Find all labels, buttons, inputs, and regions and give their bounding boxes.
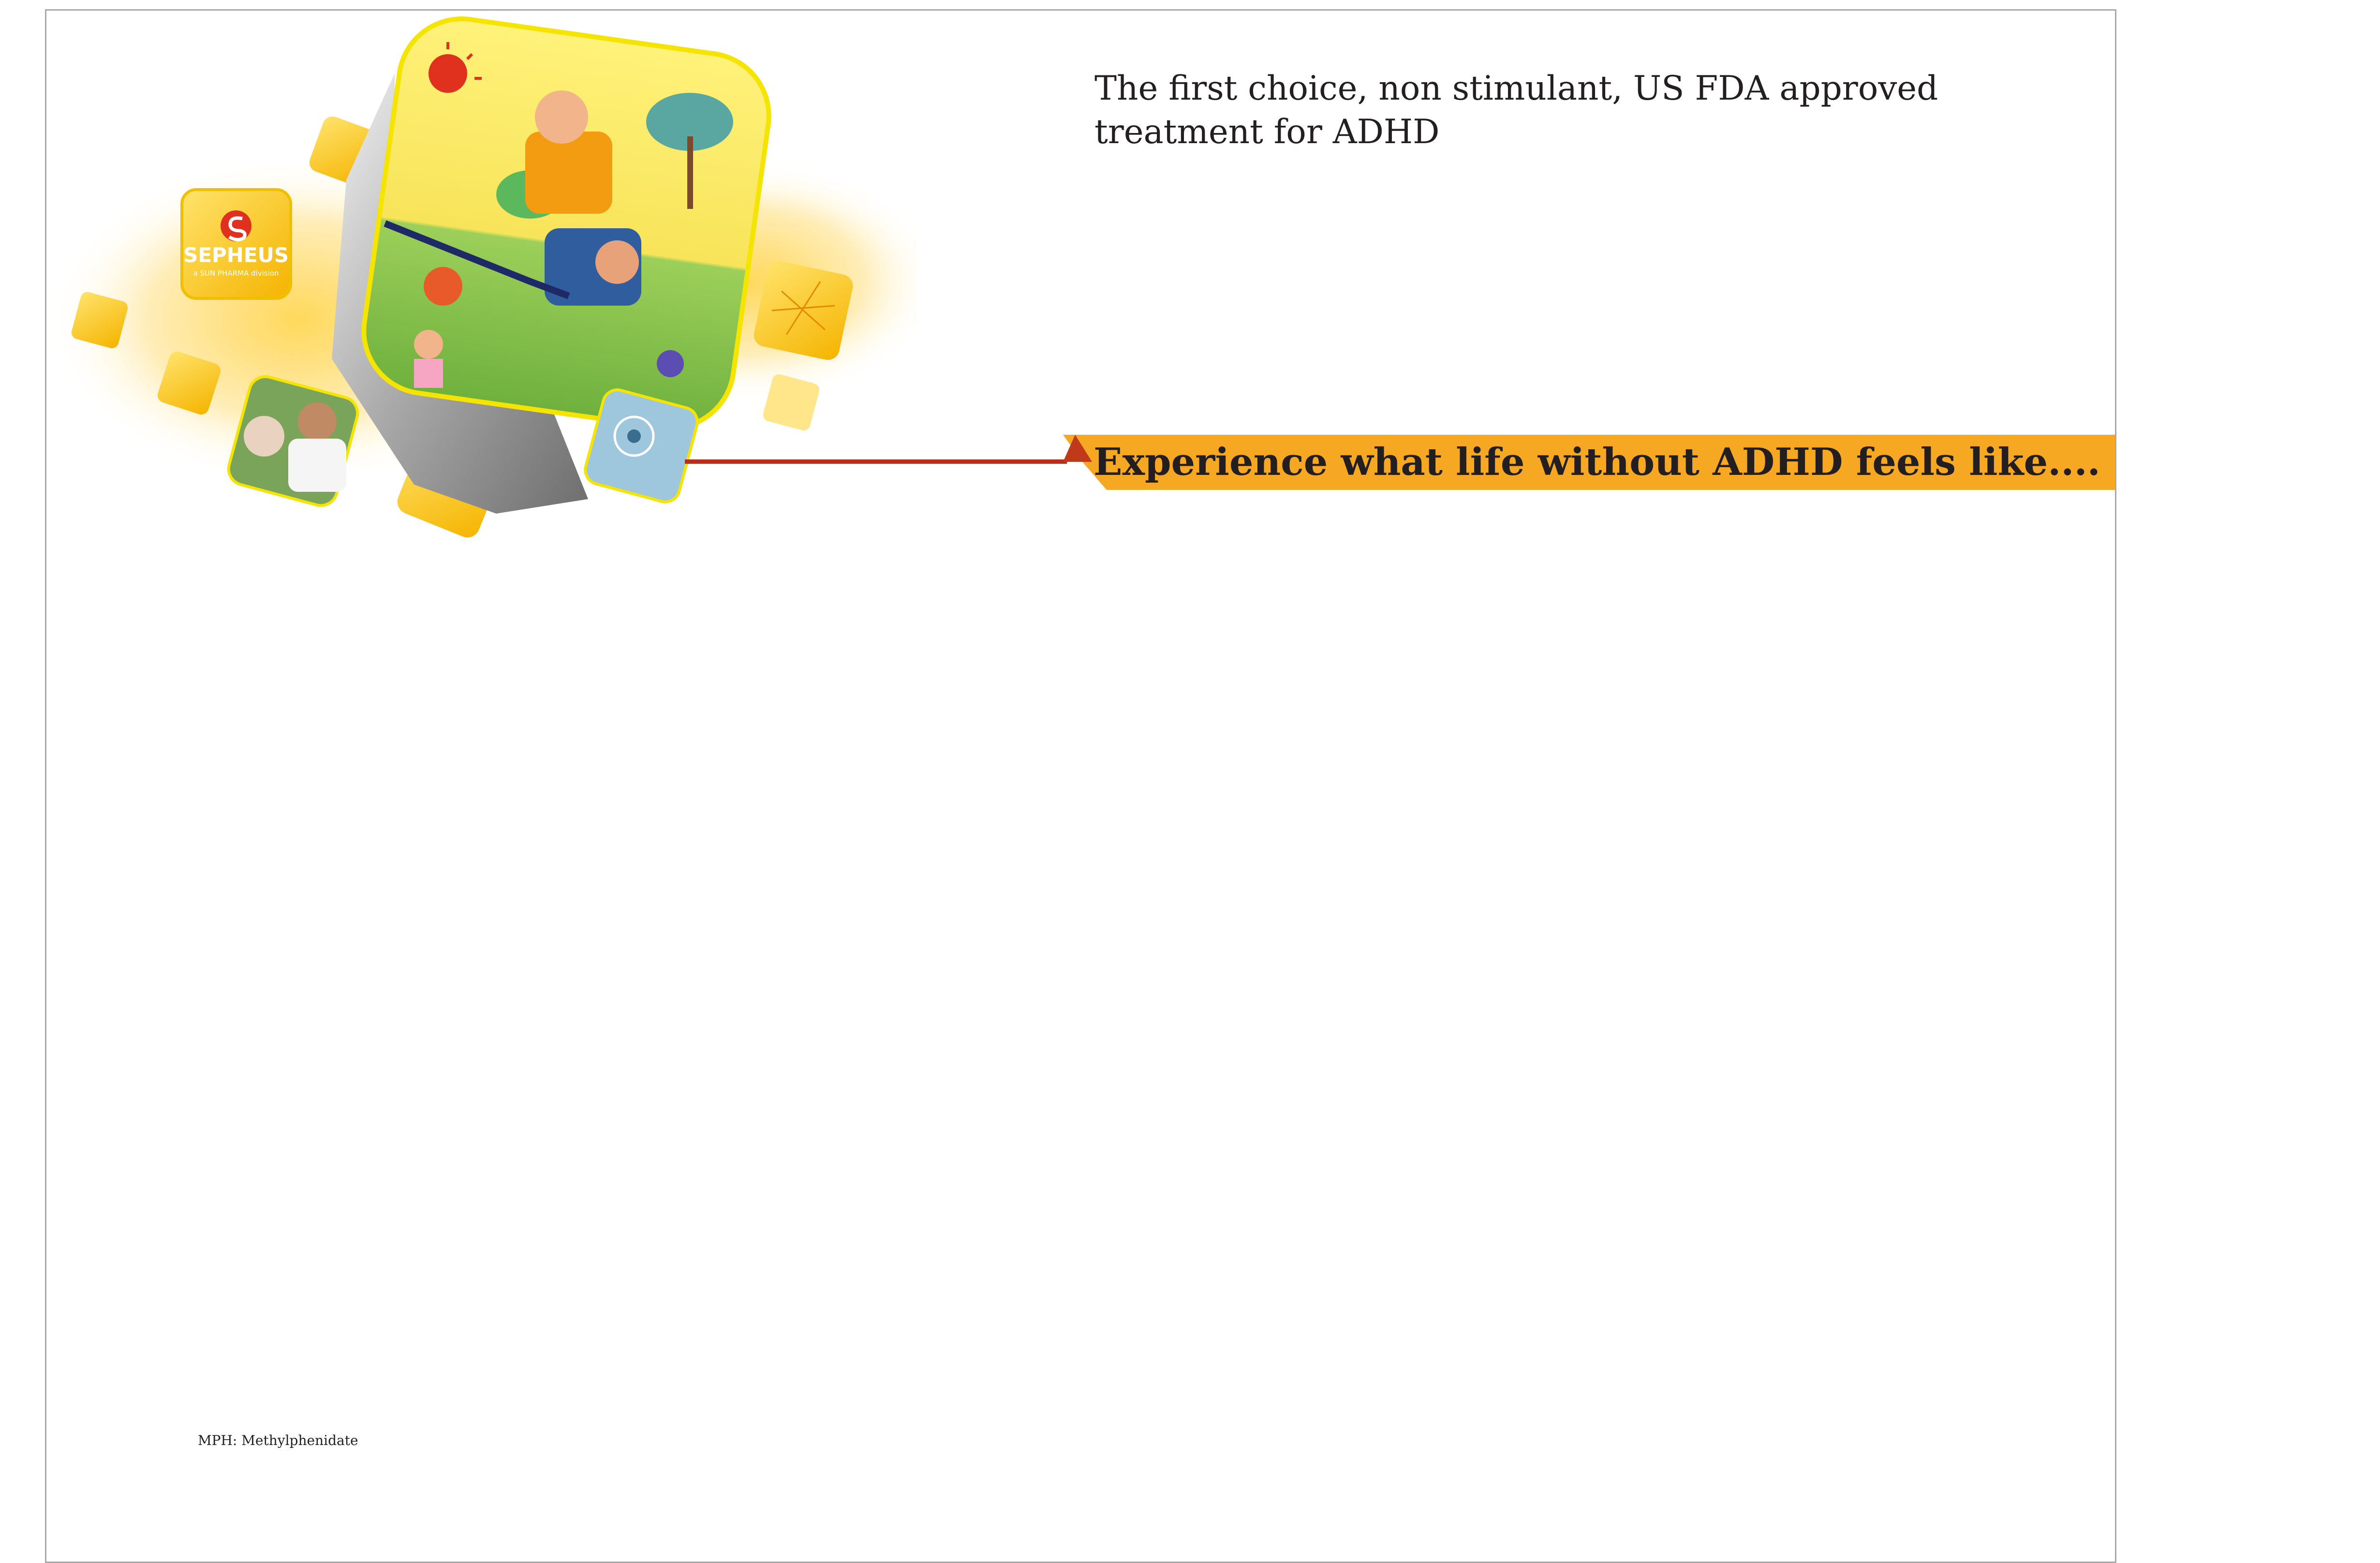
logo-name: SEPHEUS: [183, 243, 289, 267]
banner-connector-line: [685, 459, 1067, 464]
sepheus-logo: SEPHEUS a SUN PHARMA division: [180, 188, 292, 300]
headline: The first choice, non stimulant, US FDA …: [1094, 69, 1938, 151]
footnote: MPH: Methylphenidate: [198, 1432, 358, 1448]
banner-ribbon: Experience what life without ADHD feels …: [1063, 435, 2115, 490]
children-illustration: [361, 16, 771, 430]
slide: SEPHEUS a SUN PHARMA division The first …: [45, 9, 2116, 1563]
hero-collage: SEPHEUS a SUN PHARMA division: [46, 16, 917, 538]
banner-text: Experience what life without ADHD feels …: [1094, 440, 2100, 484]
logo-tagline: a SUN PHARMA division: [193, 269, 279, 278]
